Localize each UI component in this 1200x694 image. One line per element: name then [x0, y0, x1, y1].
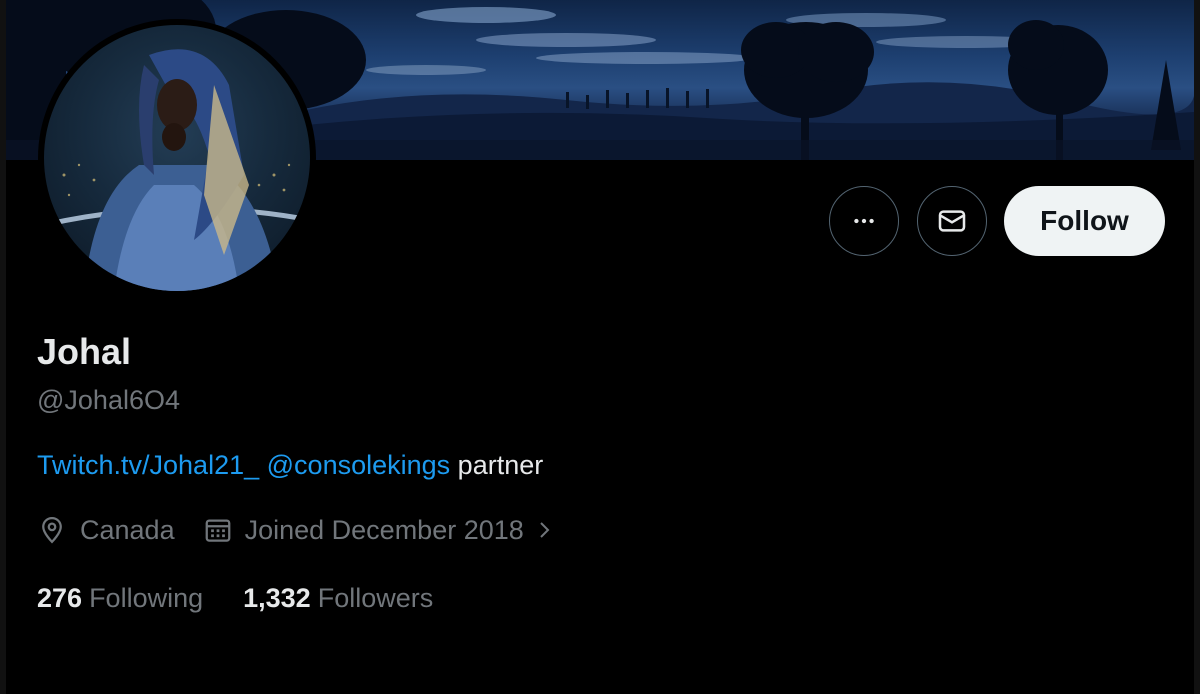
more-button[interactable]: [829, 186, 899, 256]
following-label: Following: [89, 583, 204, 613]
avatar-photo: [44, 25, 310, 291]
followers-label: Followers: [317, 583, 434, 613]
location-text: Canada: [80, 515, 175, 545]
followers-count: 1,332: [243, 583, 311, 613]
profile-bio: Twitch.tv/Johal21_ @consolekings partner: [37, 447, 543, 483]
following-count: 276: [37, 583, 83, 613]
more-horizontal-icon: [854, 218, 874, 224]
bio-link-twitch[interactable]: Twitch.tv/Johal21_: [37, 450, 259, 480]
profile-joined-date[interactable]: Joined December 2018: [203, 512, 556, 548]
envelope-icon: [938, 210, 966, 232]
profile-meta: Canada Joined December 2018: [37, 512, 556, 548]
calendar-icon: [205, 519, 230, 542]
message-button[interactable]: [917, 186, 987, 256]
profile-avatar[interactable]: [38, 19, 316, 297]
following-stat[interactable]: 276 Following: [37, 580, 203, 616]
profile-handle: @Johal6O4: [37, 385, 180, 415]
followers-stat[interactable]: 1,332 Followers: [243, 580, 433, 616]
bio-mention-consolekings[interactable]: @consolekings: [267, 450, 451, 480]
location-pin-icon: [42, 516, 62, 544]
joined-text: Joined December 2018: [244, 515, 524, 545]
profile-stats: 276 Following 1,332 Followers: [37, 580, 433, 616]
window-frame-right: [1194, 0, 1200, 694]
follow-button[interactable]: Follow: [1004, 186, 1165, 256]
profile-display-name: Johal: [37, 331, 132, 372]
chevron-right-icon: [540, 522, 550, 538]
profile-location: Canada: [37, 512, 175, 548]
bio-text: partner: [457, 450, 544, 480]
